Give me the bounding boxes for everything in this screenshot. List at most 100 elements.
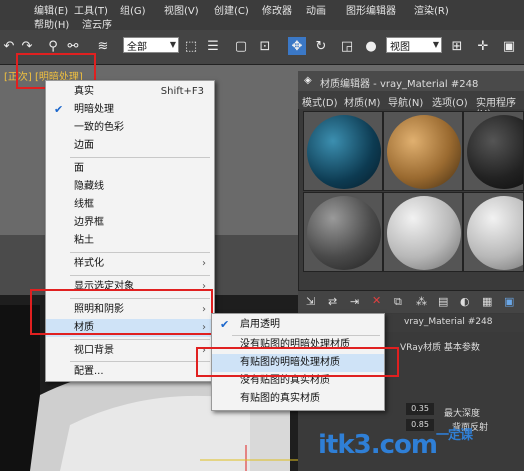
select-by-name-icon[interactable]: ☰	[204, 37, 222, 55]
chevron-down-icon: ▼	[432, 40, 439, 49]
material-slot-2[interactable]	[383, 111, 463, 191]
keyboard-shortcut-icon[interactable]: ▣	[500, 37, 518, 55]
menu-item-label: 面	[74, 163, 84, 174]
rollout-title[interactable]: VRay材质 基本参数	[400, 340, 480, 353]
rotate-icon[interactable]: ↻	[312, 37, 330, 55]
select-object-icon[interactable]: ⬚	[182, 37, 200, 55]
me-menu-mode[interactable]: 模式(D)	[302, 94, 338, 109]
submenu-item-enable-transparency[interactable]: ✔ 启用透明	[212, 316, 384, 334]
value-field-1[interactable]: 0.35	[406, 403, 434, 415]
highlight-box-shaded-with-maps	[196, 347, 399, 377]
material-name-field[interactable]: vray_Material #248	[404, 317, 493, 327]
material-slot-1[interactable]	[303, 111, 383, 191]
material-editor-toolbar: ⇲ ⇄ ⇥ ✕ ⧉ ⁂ ▤ ◐ ▦ ▣	[298, 290, 524, 313]
highlight-box-lighting-materials	[30, 289, 213, 335]
rect-selection-icon[interactable]: ▢	[232, 37, 250, 55]
material-sphere	[387, 196, 461, 270]
menu-renyun[interactable]: 渲云序	[82, 16, 112, 31]
assign-material-icon[interactable]: ⇥	[350, 295, 359, 308]
menu-item-viewport-background[interactable]: 视口背景 ›	[46, 342, 214, 360]
me-menu-material[interactable]: 材质(M)	[344, 94, 380, 109]
material-editor-menubar: 模式(D) 材质(M) 导航(N) 选项(O) 实用程序(U)	[298, 91, 524, 120]
menu-item-bounding-box[interactable]: 边界框	[46, 214, 214, 232]
menu-modifiers[interactable]: 修改器	[262, 2, 292, 17]
menu-item-configure[interactable]: 配置...	[46, 363, 214, 381]
selection-filter-value: 全部	[127, 41, 147, 53]
make-unique-icon[interactable]: ⁂	[416, 295, 427, 308]
menu-item-edged-faces[interactable]: 边面	[46, 137, 214, 155]
show-end-result-icon[interactable]: ▣	[504, 295, 514, 308]
menu-item-label: 配置...	[74, 366, 104, 377]
reference-coord-dropdown[interactable]: 视图 ▼	[386, 37, 442, 53]
menu-tools[interactable]: 工具(T)	[74, 2, 108, 17]
show-map-icon[interactable]: ▦	[482, 295, 492, 308]
menubar: 编辑(E) 工具(T) 组(G) 视图(V) 创建(C) 修改器 动画 图形编辑…	[0, 0, 524, 31]
material-editor-icon: ◈	[304, 75, 312, 86]
checkmark-icon: ✔	[54, 103, 64, 116]
watermark-logo: itk3.com 一定课	[318, 428, 473, 460]
menu-group[interactable]: 组(G)	[120, 2, 146, 17]
menu-graph-editors[interactable]: 图形编辑器	[346, 2, 396, 17]
select-manipulate-icon[interactable]: ✛	[474, 37, 492, 55]
get-material-icon[interactable]: ⇲	[306, 295, 315, 308]
material-editor-titlebar: ◈ 材质编辑器 - vray_Material #248	[298, 71, 524, 91]
material-effects-icon[interactable]: ◐	[460, 295, 470, 308]
menu-item-hidden-line[interactable]: 隐藏线	[46, 178, 214, 196]
menu-item-label: 边面	[74, 140, 94, 151]
menu-item-label: 边界框	[74, 217, 104, 228]
menu-rendering[interactable]: 渲染(R)	[414, 2, 449, 17]
move-icon[interactable]: ✥	[288, 37, 306, 55]
material-slot-5[interactable]	[383, 192, 463, 272]
menu-item-label: 线框	[74, 199, 94, 210]
menu-item-label: 启用透明	[240, 319, 280, 330]
menu-item-facets[interactable]: 面	[46, 160, 214, 178]
material-slot-4[interactable]	[303, 192, 383, 272]
menu-separator	[70, 157, 210, 158]
menu-help[interactable]: 帮助(H)	[34, 16, 69, 31]
menu-item-realistic[interactable]: 真实 Shift+F3	[46, 83, 214, 101]
me-menu-navigation[interactable]: 导航(N)	[388, 94, 423, 109]
menu-separator	[70, 252, 210, 253]
submenu-item-realistic-with-maps[interactable]: 有贴图的真实材质	[212, 390, 384, 408]
menu-animation[interactable]: 动画	[306, 2, 326, 17]
viewport-shading-menu: 真实 Shift+F3 ✔ 明暗处理 一致的色彩 边面 面 隐藏线 线框 边界框…	[45, 80, 215, 382]
material-sphere	[467, 115, 523, 189]
menu-item-label: 隐藏线	[74, 181, 104, 192]
menu-separator	[70, 361, 210, 362]
window-crossing-icon[interactable]: ⊡	[256, 37, 274, 55]
menu-separator	[70, 275, 210, 276]
menu-item-label: 有贴图的真实材质	[240, 393, 320, 404]
reset-icon[interactable]: ✕	[372, 294, 381, 307]
bind-spacewarp-icon[interactable]: ≋	[94, 37, 112, 55]
material-editor-title: 材质编辑器 - vray_Material #248	[320, 79, 479, 90]
menu-create[interactable]: 创建(C)	[214, 2, 249, 17]
menu-item-stylized[interactable]: 样式化 ›	[46, 255, 214, 273]
menu-item-consistent-colors[interactable]: 一致的色彩	[46, 119, 214, 137]
material-slot-6[interactable]	[463, 192, 524, 272]
menu-edit[interactable]: 编辑(E)	[34, 2, 68, 17]
scale-icon[interactable]: ◲	[338, 37, 356, 55]
menu-item-label: 一致的色彩	[74, 122, 124, 133]
selection-filter-dropdown[interactable]: 全部 ▼	[123, 37, 179, 53]
menu-separator	[70, 339, 210, 340]
me-menu-options[interactable]: 选项(O)	[432, 94, 468, 109]
menu-item-clay[interactable]: 粘土	[46, 232, 214, 250]
menu-item-shaded[interactable]: ✔ 明暗处理	[46, 101, 214, 119]
put-to-scene-icon[interactable]: ⇄	[328, 295, 337, 308]
menu-item-shortcut: Shift+F3	[160, 86, 204, 97]
material-sphere	[467, 196, 523, 270]
menu-item-label: 样式化	[74, 258, 104, 269]
make-copy-icon[interactable]: ⧉	[394, 295, 402, 309]
menu-item-label: 粘土	[74, 235, 94, 246]
place-icon[interactable]: ●	[362, 37, 380, 55]
material-slot-3[interactable]	[463, 111, 524, 191]
pivot-icon[interactable]: ⊞	[448, 37, 466, 55]
material-sphere	[387, 115, 461, 189]
watermark-cn: 一定课	[436, 428, 473, 443]
put-to-library-icon[interactable]: ▤	[438, 295, 448, 308]
menu-view[interactable]: 视图(V)	[164, 2, 199, 17]
menu-item-label: 真实	[74, 86, 94, 97]
menu-item-wireframe[interactable]: 线框	[46, 196, 214, 214]
reference-coord-value: 视图	[390, 41, 410, 53]
chevron-right-icon: ›	[202, 258, 206, 269]
